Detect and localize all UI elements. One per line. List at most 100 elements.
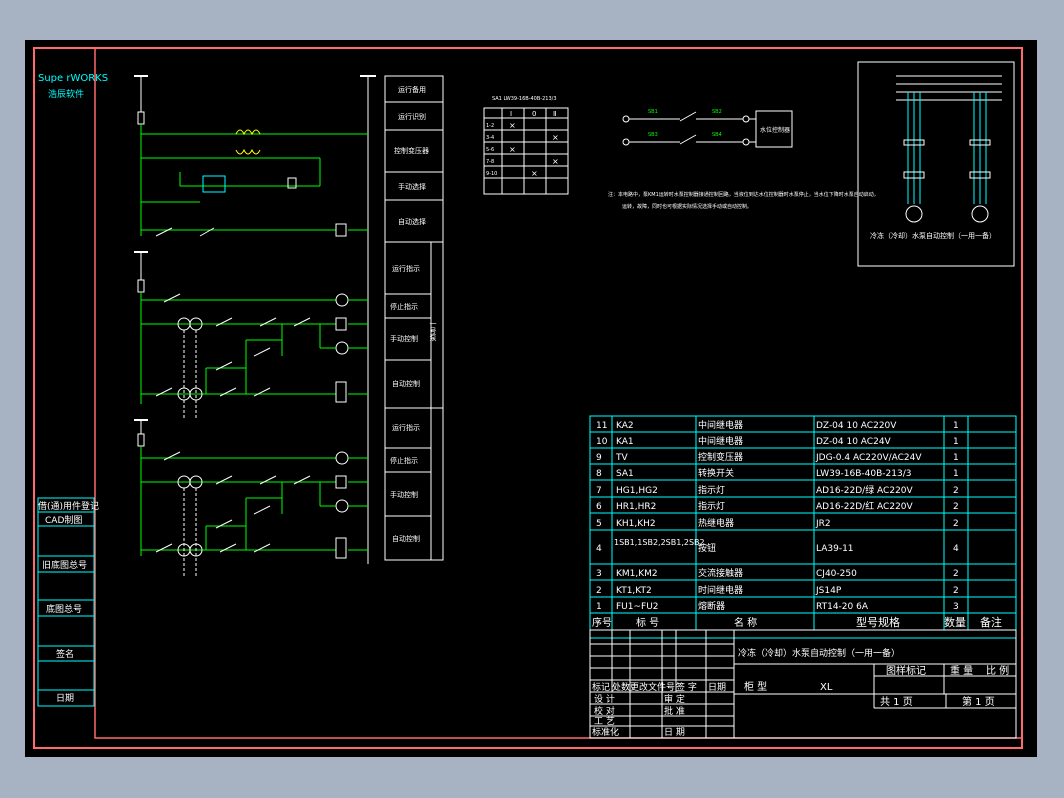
coil-group-label: 一号泵 <box>429 320 437 341</box>
switch-table-grid <box>483 107 569 195</box>
bom-no: 8 <box>596 469 602 479</box>
role-l1: 设 计 <box>594 693 615 705</box>
coil-label-6: 运行指示 <box>392 264 420 273</box>
coil-label-11: 停止指示 <box>390 456 418 465</box>
bom-model: JS14P <box>815 586 842 596</box>
bom-qty: 2 <box>953 519 959 529</box>
coil-label-5: 自动选择 <box>398 217 426 226</box>
bom-h-model: 型号规格 <box>856 615 900 629</box>
bom-code: HG1,HG2 <box>616 486 658 496</box>
bom-qty: 1 <box>953 437 959 447</box>
rev-h3: 更改文件号 <box>630 681 675 693</box>
bom-name: 中间继电器 <box>698 435 743 447</box>
scale-label: 比 例 <box>986 664 1009 677</box>
motor-caption: 冷冻（冷却）水泵自动控制（一用一备） <box>870 231 996 240</box>
bom-name: 熔断器 <box>698 600 725 612</box>
bom-name: 中间继电器 <box>698 419 743 431</box>
bom-name: 指示灯 <box>698 484 725 496</box>
brand-line2: 浩辰软件 <box>48 88 84 100</box>
inner-border <box>94 47 1023 739</box>
stamp-1: 借(通)用件登记 <box>38 500 99 512</box>
bom-no: 9 <box>596 453 602 463</box>
bom-name: 时间继电器 <box>698 584 743 596</box>
bom-model: DZ-04 10 AC24V <box>816 437 892 447</box>
st-r1x: × <box>509 121 516 130</box>
st-r4x: × <box>552 157 559 166</box>
role-l3: 工 艺 <box>594 716 615 727</box>
bom-model: AD16-22D/绿 AC220V <box>816 484 914 496</box>
bom-model: LW39-16B-40B-213/3 <box>816 469 911 479</box>
st-h3: Ⅱ <box>553 110 556 118</box>
bom-qty: 2 <box>953 569 959 579</box>
remote-sb4: SB4 <box>712 132 722 138</box>
switch-table-title: SA1 LW39-16B-40B-213/3 <box>492 96 557 102</box>
bom-no: 10 <box>596 437 608 447</box>
schematic-canvas[interactable]: Supe rWORKS 浩辰软件 借(通)用件登记 CAD制图 旧底图总号 底图… <box>0 0 1064 798</box>
role-r2: 批 准 <box>664 705 685 717</box>
role-r4: 日 期 <box>664 727 685 738</box>
bom-no: 3 <box>596 569 602 579</box>
rev-h5: 日期 <box>708 682 726 693</box>
coil-label-3: 控制变压器 <box>394 146 429 155</box>
drawing-title: 冷冻（冷却）水泵自动控制（一用一备） <box>738 647 900 659</box>
remote-sb2: SB2 <box>712 109 722 115</box>
cabinet-value: XL <box>820 682 833 693</box>
stamp-2: CAD制图 <box>45 514 82 526</box>
bom-row: 7 HG1,HG2 指示灯 AD16-22D/绿 AC220V 2 <box>596 484 959 496</box>
coil-label-7: 停止指示 <box>390 302 418 311</box>
bom-qty: 2 <box>953 586 959 596</box>
bom-model: RT14-20 6A <box>816 602 869 612</box>
coil-label-12: 手动控制 <box>390 490 418 499</box>
bom-h-qty: 数量 <box>944 616 966 629</box>
bom-model: CJ40-250 <box>816 569 857 579</box>
stamp-3: 旧底图总号 <box>42 559 87 571</box>
left-stamps <box>37 497 95 707</box>
coil-label-2: 运行识别 <box>398 112 426 121</box>
bom-qty: 2 <box>953 502 959 512</box>
bom-row: 11 KA2 中间继电器 DZ-04 10 AC220V 1 <box>596 419 959 431</box>
st-r1: 1-2 <box>486 123 494 129</box>
cabinet-label: 柜 型 <box>744 680 767 693</box>
role-r1: 审 定 <box>664 693 685 705</box>
rev-h2: 处数 <box>612 681 630 693</box>
bom-name: 控制变压器 <box>698 451 743 463</box>
bom-row: 3 KM1,KM2 交流接触器 CJ40-250 2 <box>596 567 959 579</box>
coil-label-1: 运行备用 <box>398 85 426 94</box>
bom-qty: 4 <box>953 544 959 554</box>
bom-code: KH1,KH2 <box>616 519 656 529</box>
bom-no: 6 <box>596 502 602 512</box>
bom-no: 1 <box>596 602 602 612</box>
bom-row: 2 KT1,KT2 时间继电器 JS14P 2 <box>596 584 959 596</box>
bom-qty: 2 <box>953 486 959 496</box>
remote-sb1: SB1 <box>648 109 658 115</box>
coil-label-9: 自动控制 <box>392 379 420 388</box>
bom-row: 6 HR1,HR2 指示灯 AD16-22D/红 AC220V 2 <box>596 500 959 512</box>
bom-code: FU1~FU2 <box>616 602 659 612</box>
control-circuit <box>134 75 376 578</box>
bom-code: SA1 <box>616 469 634 479</box>
bom-code: HR1,HR2 <box>616 502 656 512</box>
rev-h1: 标记 <box>592 681 610 693</box>
st-r3x: × <box>509 145 516 154</box>
st-r3: 5-6 <box>486 147 494 153</box>
st-r5: 9-10 <box>486 171 497 177</box>
sheets-total: 共 1 页 <box>880 696 913 708</box>
bom-row: 1 FU1~FU2 熔断器 RT14-20 6A 3 <box>596 600 959 612</box>
bom-no: 11 <box>596 421 607 431</box>
stamp-6: 日期 <box>56 693 74 704</box>
bom-name: 热继电器 <box>698 517 734 529</box>
bom-qty: 1 <box>953 453 959 463</box>
bom-row: 5 KH1,KH2 热继电器 JR2 2 <box>596 517 959 529</box>
st-h2: 0 <box>532 110 536 118</box>
bom-code: TV <box>615 453 628 463</box>
bom-model: AD16-22D/红 AC220V <box>816 500 914 512</box>
bom-row: 9 TV 控制变压器 JDG-0.4 AC220V/AC24V 1 <box>596 451 959 463</box>
bom-h-name: 名 称 <box>734 616 757 629</box>
rev-h4: 签 字 <box>676 681 697 693</box>
coil-label-10: 运行指示 <box>392 423 420 432</box>
bom-name: 按钮 <box>698 542 716 554</box>
sheet-no: 第 1 页 <box>962 695 995 708</box>
bom-row: 10 KA1 中间继电器 DZ-04 10 AC24V 1 <box>596 435 959 447</box>
note-line2: 运转，故障，同时也可根据实际情况选择手动或自动控制。 <box>622 203 752 210</box>
bom-name: 转换开关 <box>698 467 734 479</box>
